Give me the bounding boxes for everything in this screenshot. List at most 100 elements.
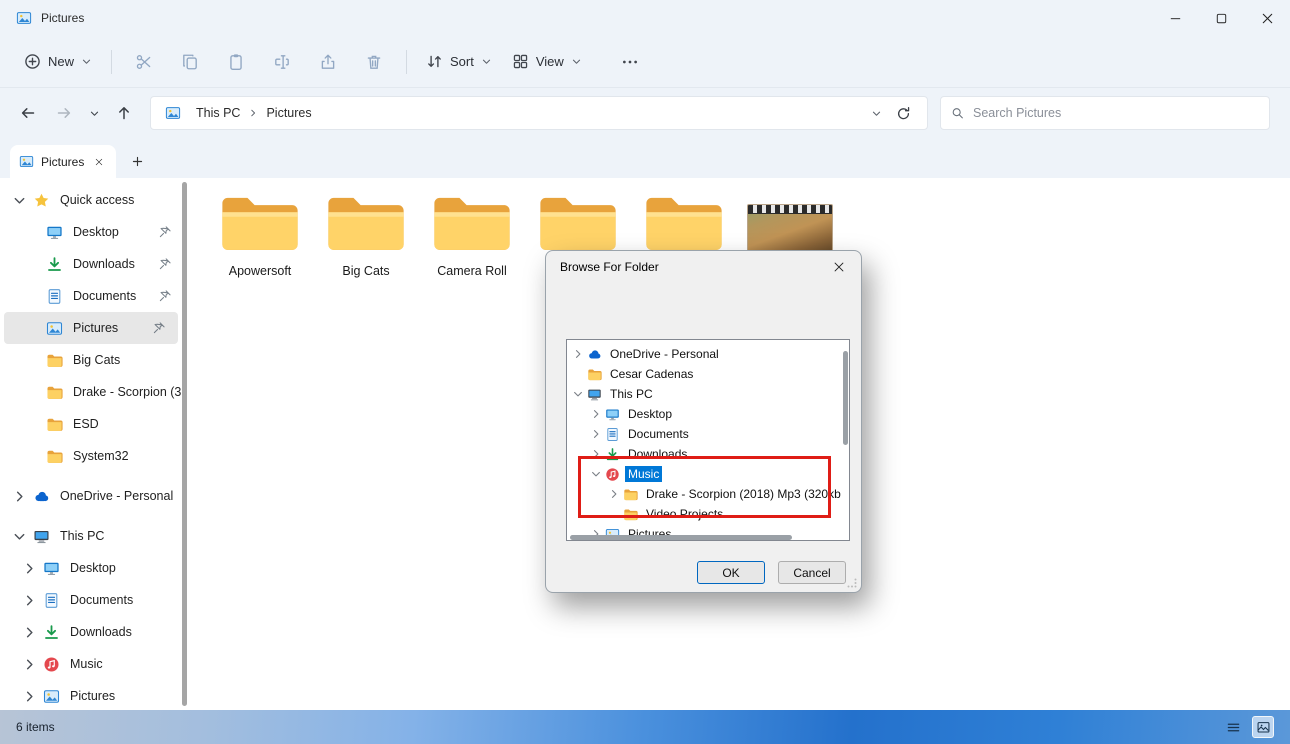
- ok-button[interactable]: OK: [697, 561, 765, 584]
- breadcrumb-pictures[interactable]: Pictures: [259, 102, 318, 124]
- dialog-close-button[interactable]: [817, 251, 861, 283]
- sort-button[interactable]: Sort: [416, 45, 502, 78]
- new-label: New: [48, 54, 74, 69]
- thumbnail-view-toggle[interactable]: [1252, 716, 1274, 738]
- music-icon: [43, 656, 60, 673]
- sidebar-item-downloads[interactable]: Downloads: [0, 248, 184, 280]
- download-icon: [46, 256, 63, 273]
- sidebar-item-pc-downloads[interactable]: Downloads: [0, 616, 184, 648]
- chevron-right-icon[interactable]: [12, 489, 27, 504]
- sidebar-item-pc-desktop[interactable]: Desktop: [0, 552, 184, 584]
- view-button[interactable]: View: [502, 45, 592, 78]
- document-icon: [46, 288, 63, 305]
- sidebar-item-documents[interactable]: Documents: [0, 280, 184, 312]
- share-icon: [319, 53, 337, 71]
- minimize-button[interactable]: [1152, 0, 1198, 36]
- tree-item-documents[interactable]: Documents: [567, 424, 849, 444]
- plus-icon: [131, 155, 144, 168]
- tab-close-icon[interactable]: [91, 154, 107, 170]
- tree-item-this-pc[interactable]: This PC: [567, 384, 849, 404]
- recent-locations-button[interactable]: [82, 96, 106, 130]
- delete-button[interactable]: [354, 44, 394, 80]
- sidebar-item-pc-documents[interactable]: Documents: [0, 584, 184, 616]
- maximize-button[interactable]: [1198, 0, 1244, 36]
- search-input[interactable]: [973, 106, 1259, 120]
- sidebar-item-esd[interactable]: ESD: [0, 408, 184, 440]
- more-options-button[interactable]: [610, 44, 650, 80]
- chevron-down-icon[interactable]: [570, 388, 586, 400]
- breadcrumb-separator-icon: [248, 108, 258, 118]
- details-view-toggle[interactable]: [1222, 716, 1244, 738]
- sidebar-item-pictures[interactable]: Pictures: [4, 312, 178, 344]
- tree-item-desktop[interactable]: Desktop: [567, 404, 849, 424]
- view-icon: [512, 53, 529, 70]
- up-button[interactable]: [106, 96, 142, 130]
- tab-pictures[interactable]: Pictures: [10, 145, 116, 178]
- paste-button[interactable]: [216, 44, 256, 80]
- section-label: This PC: [60, 529, 104, 543]
- address-dropdown-icon[interactable]: [871, 108, 882, 119]
- sidebar-item-pc-pictures[interactable]: Pictures: [0, 680, 184, 710]
- refresh-icon[interactable]: [896, 106, 911, 121]
- tree-item-cesar-cadenas[interactable]: Cesar Cadenas: [567, 364, 849, 384]
- dialog-titlebar[interactable]: Browse For Folder: [546, 251, 861, 283]
- tree-item-onedrive[interactable]: OneDrive - Personal: [567, 344, 849, 364]
- back-button[interactable]: [10, 96, 46, 130]
- chevron-right-icon[interactable]: [22, 561, 37, 576]
- sidebar-scrollbar[interactable]: [182, 182, 187, 706]
- forward-icon: [56, 105, 72, 121]
- folder-item-big-cats[interactable]: Big Cats: [320, 190, 412, 280]
- folder-icon: [587, 367, 602, 382]
- tree-item-label: Cesar Cadenas: [607, 366, 696, 382]
- chevron-right-icon[interactable]: [588, 428, 604, 440]
- sidebar-item-drake-scorpion[interactable]: Drake - Scorpion (320): [0, 376, 184, 408]
- breadcrumb-this-pc[interactable]: This PC: [189, 102, 247, 124]
- close-button[interactable]: [1244, 0, 1290, 36]
- pictures-icon: [46, 320, 63, 337]
- sidebar-section-onedrive[interactable]: OneDrive - Personal: [0, 480, 184, 512]
- sidebar-item-pc-music[interactable]: Music: [0, 648, 184, 680]
- chevron-down-icon[interactable]: [12, 193, 27, 208]
- cut-button[interactable]: [124, 44, 164, 80]
- sidebar-item-label: Documents: [70, 593, 133, 607]
- new-tab-button[interactable]: [124, 148, 150, 174]
- folder-icon: [46, 416, 63, 433]
- chevron-right-icon[interactable]: [22, 593, 37, 608]
- tree-vertical-scrollbar[interactable]: [843, 351, 848, 445]
- up-icon: [116, 105, 132, 121]
- close-icon: [1260, 11, 1275, 26]
- cancel-button[interactable]: Cancel: [778, 561, 846, 584]
- this-pc-icon: [33, 528, 50, 545]
- forward-button[interactable]: [46, 96, 82, 130]
- download-icon: [43, 624, 60, 641]
- sidebar-item-desktop[interactable]: Desktop: [0, 216, 184, 248]
- folder-item-camera-roll[interactable]: Camera Roll: [426, 190, 518, 280]
- rename-button[interactable]: [262, 44, 302, 80]
- sidebar-section-quick-access[interactable]: Quick access: [0, 184, 184, 216]
- section-label: OneDrive - Personal: [60, 489, 173, 503]
- new-button[interactable]: New: [14, 45, 102, 78]
- share-button[interactable]: [308, 44, 348, 80]
- search-box[interactable]: [940, 96, 1270, 130]
- copy-button[interactable]: [170, 44, 210, 80]
- navigation-bar: This PC Pictures: [0, 88, 1290, 138]
- chevron-right-icon[interactable]: [588, 408, 604, 420]
- tree-horizontal-scrollbar[interactable]: [570, 535, 792, 540]
- chevron-down-icon[interactable]: [12, 529, 27, 544]
- chevron-right-icon[interactable]: [22, 657, 37, 672]
- chevron-right-icon[interactable]: [570, 348, 586, 360]
- chevron-right-icon[interactable]: [22, 689, 37, 704]
- sidebar-item-big-cats[interactable]: Big Cats: [0, 344, 184, 376]
- address-bar[interactable]: This PC Pictures: [150, 96, 928, 130]
- window-icon: [16, 10, 32, 26]
- new-icon: [24, 53, 41, 70]
- chevron-down-icon: [571, 56, 582, 67]
- film-strip-icon: [748, 205, 832, 214]
- browse-for-folder-dialog: Browse For Folder OneDrive - Personal Ce…: [545, 250, 862, 593]
- sidebar-section-this-pc[interactable]: This PC: [0, 520, 184, 552]
- chevron-right-icon[interactable]: [22, 625, 37, 640]
- resize-grip[interactable]: [847, 578, 857, 588]
- sidebar-item-label: Music: [70, 657, 103, 671]
- sidebar-item-system32[interactable]: System32: [0, 440, 184, 472]
- folder-item-apowersoft[interactable]: Apowersoft: [214, 190, 306, 280]
